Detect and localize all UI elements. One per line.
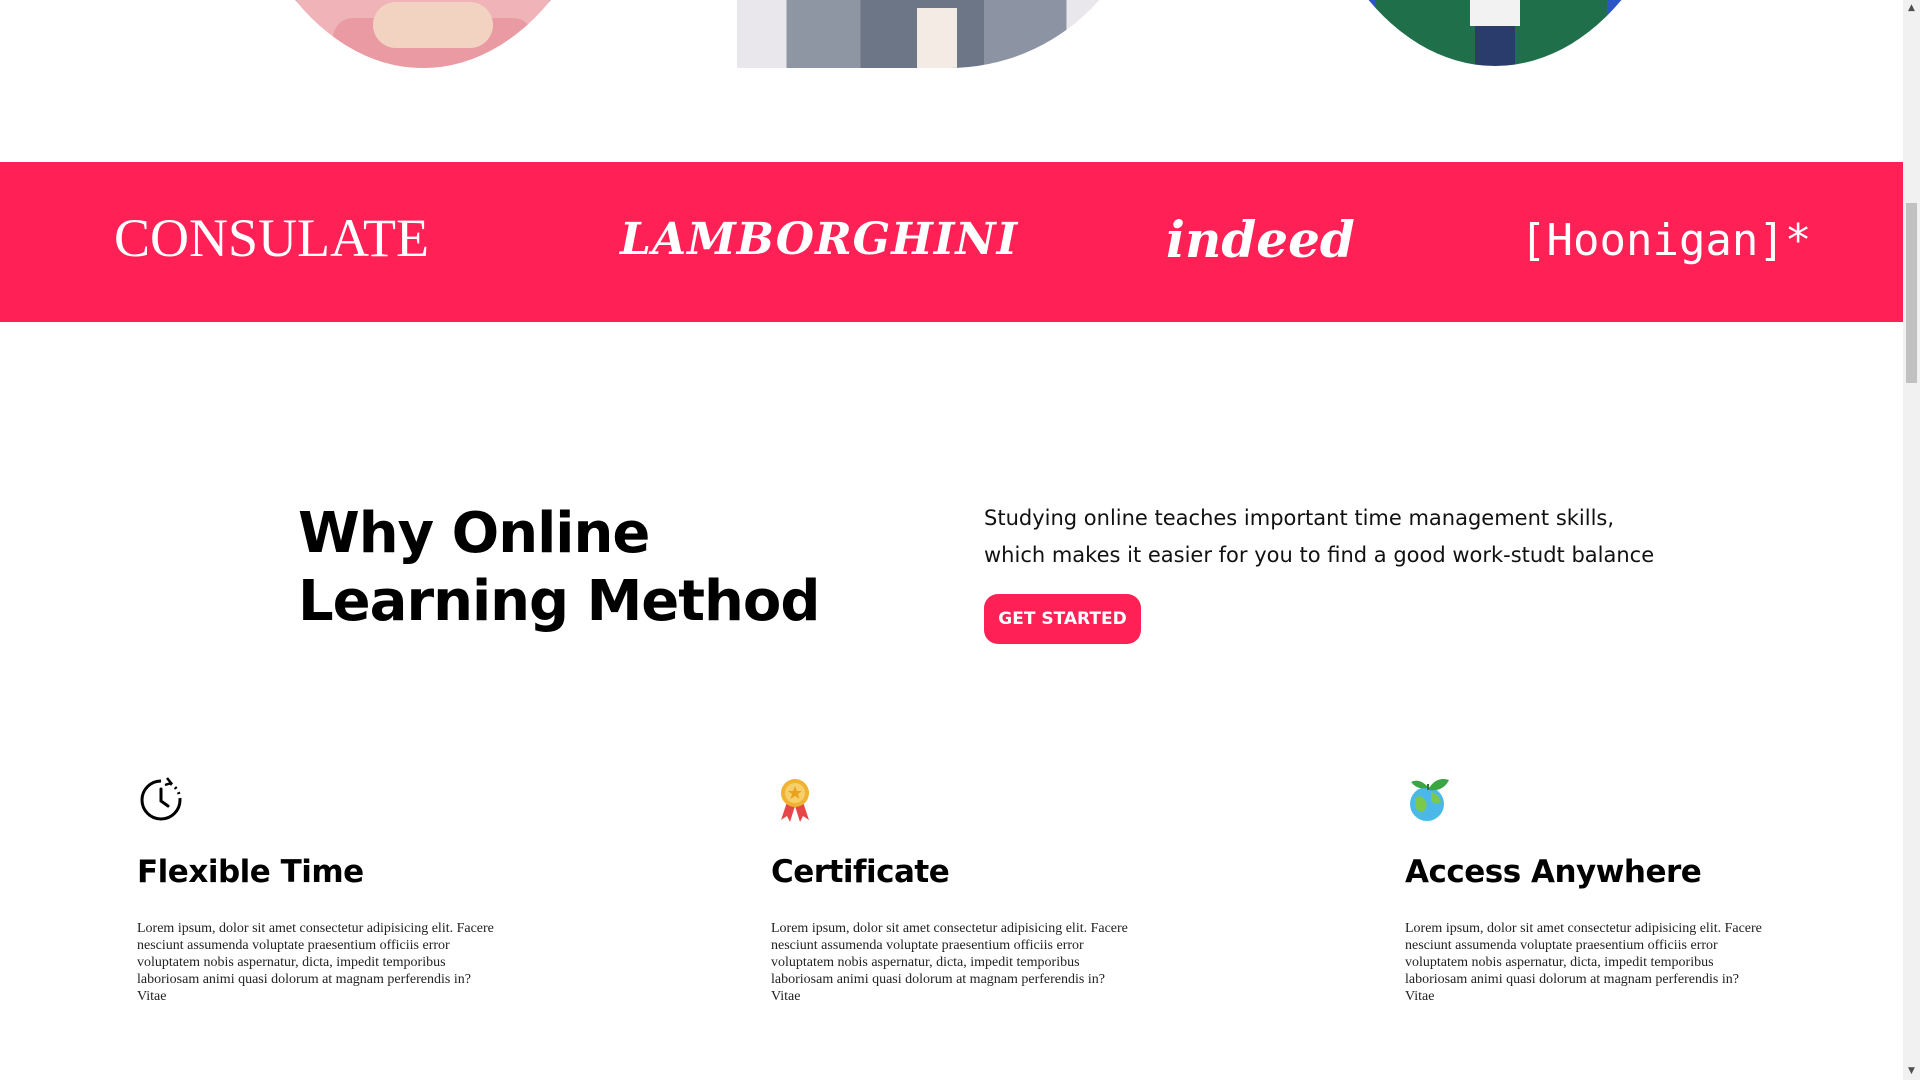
photo-shirt (917, 8, 957, 68)
student-photo-3 (1295, 0, 1695, 66)
feature-title: Access Anywhere (1405, 854, 1702, 890)
globe-leaf-icon (1410, 779, 1449, 821)
logo-consulate: CONSULATE (114, 208, 430, 268)
landing-page: CONSULATE LAMBORGHINI indeed [Hoonigan]*… (0, 0, 1920, 1080)
why-section-title: Why Online Learning Method (298, 500, 858, 636)
feature-title: Certificate (771, 854, 950, 890)
logo-indeed: indeed (1166, 210, 1355, 269)
page-scrollbar[interactable]: ▲ ▼ (1903, 0, 1920, 1080)
scrollbar-thumb[interactable] (1906, 203, 1917, 383)
photo-arm (373, 2, 493, 48)
logo-hoonigan: [Hoonigan]* (1520, 215, 1812, 266)
student-photo-1 (223, 0, 623, 68)
feature-body: Lorem ipsum, dolor sit amet consectetur … (137, 921, 494, 1004)
why-title-line-2: Learning Method (298, 569, 820, 634)
medal-icon (781, 779, 809, 822)
why-title-line-1: Why Online (298, 501, 650, 566)
feature-certificate: Certificate Lorem ipsum, dolor sit amet … (771, 776, 1151, 1004)
photo-tee (1470, 0, 1520, 26)
why-section-description: Studying online teaches important time m… (984, 506, 1655, 567)
scroll-up-arrow-icon[interactable]: ▲ (1903, 0, 1920, 17)
clock-icon (140, 777, 182, 821)
logo-lamborghini: LAMBORGHINI (620, 214, 1019, 265)
feature-title: Flexible Time (137, 854, 364, 890)
feature-flexible-time: Flexible Time Lorem ipsum, dolor sit ame… (137, 776, 517, 1004)
partner-logo-band: CONSULATE LAMBORGHINI indeed [Hoonigan]* (0, 162, 1903, 322)
feature-access-anywhere: Access Anywhere Lorem ipsum, dolor sit a… (1405, 776, 1785, 1004)
feature-body: Lorem ipsum, dolor sit amet consectetur … (1405, 921, 1762, 1004)
get-started-button[interactable]: GET STARTED (984, 594, 1141, 644)
feature-body: Lorem ipsum, dolor sit amet consectetur … (771, 921, 1128, 1004)
student-photo-2 (737, 0, 1149, 68)
scroll-down-arrow-icon[interactable]: ▼ (1903, 1063, 1920, 1080)
